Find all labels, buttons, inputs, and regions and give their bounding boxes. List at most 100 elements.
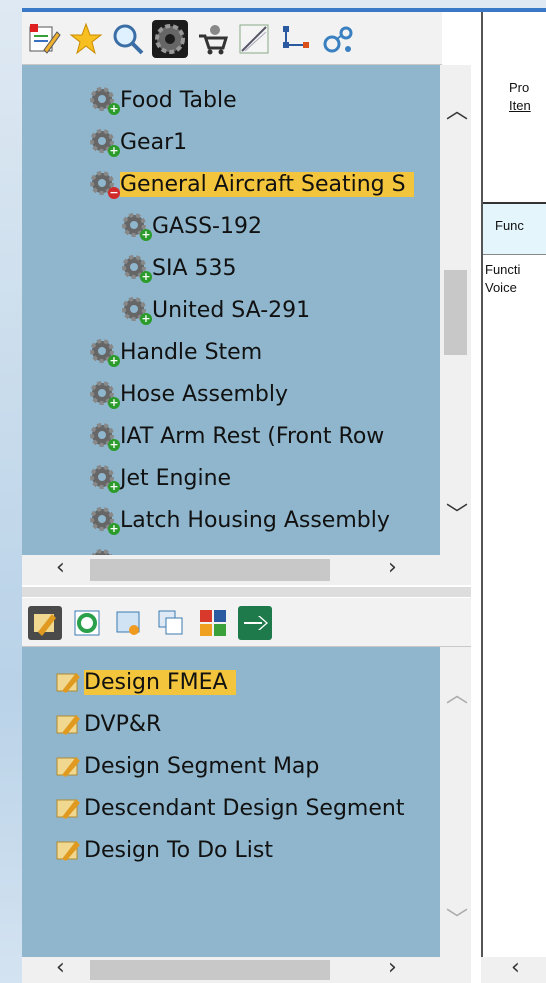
scroll-up-icon[interactable]: ︿	[446, 677, 468, 709]
tree-item-partial	[88, 543, 120, 555]
gear-icon: +	[88, 85, 120, 115]
tree-item-label: Food Table	[120, 87, 237, 113]
scroll-thumb[interactable]	[444, 270, 467, 355]
gear-icon: +	[88, 463, 120, 493]
tree-item[interactable]: + Handle Stem	[88, 333, 262, 371]
table-header: Func	[483, 202, 546, 255]
scroll-thumb[interactable]	[90, 559, 330, 581]
scroll-left-icon[interactable]: ‹	[56, 955, 65, 980]
measure-icon[interactable]	[236, 20, 272, 58]
tree-item-selected[interactable]: − General Aircraft Seating S	[88, 165, 414, 203]
molecule-icon[interactable]	[320, 20, 356, 58]
expand-icon[interactable]: +	[140, 271, 152, 283]
gear-icon: +	[88, 379, 120, 409]
list-item-label: Design To Do List	[84, 837, 273, 863]
list-item-label: Design FMEA	[84, 669, 236, 695]
expand-icon[interactable]: +	[108, 523, 120, 535]
search-icon[interactable]	[110, 20, 146, 58]
expand-icon[interactable]: +	[108, 439, 120, 451]
scroll-thumb[interactable]	[90, 960, 330, 980]
list-item-label: DVP&R	[84, 711, 162, 737]
design-doc-icon	[56, 839, 82, 861]
document-vertical-scrollbar[interactable]: ︿ ﹀	[440, 647, 471, 957]
tree-item[interactable]: + Latch Housing Assembly	[88, 501, 390, 539]
tree-item[interactable]: + United SA-291	[120, 291, 310, 329]
pane-splitter[interactable]	[22, 587, 471, 597]
gear-icon: +	[120, 295, 152, 325]
document-horizontal-scrollbar[interactable]: ‹ ›	[22, 955, 471, 983]
list-item-label: Descendant Design Segment	[84, 795, 405, 821]
gear-icon[interactable]	[152, 20, 188, 58]
matrix-icon[interactable]	[196, 606, 230, 640]
scroll-right-icon[interactable]: ›	[388, 555, 397, 580]
list-item[interactable]: Descendant Design Segment	[56, 789, 404, 827]
column-header: Func	[495, 218, 524, 233]
product-tree: + Food Table + Gear1 − General Aircraft …	[22, 65, 440, 555]
tree-item[interactable]: + Jet Engine	[88, 459, 231, 497]
detail-horizontal-scrollbar[interactable]: ‹	[481, 955, 546, 983]
collapse-icon[interactable]: −	[108, 187, 120, 199]
tree-item-label: Latch Housing Assembly	[120, 507, 390, 533]
list-item-label: Design Segment Map	[84, 753, 320, 779]
list-item[interactable]: Design To Do List	[56, 831, 273, 869]
cart-icon[interactable]	[194, 20, 230, 58]
tree-item-label: United SA-291	[152, 297, 311, 323]
expand-icon[interactable]: +	[108, 481, 120, 493]
gear-icon: +	[88, 505, 120, 535]
tree-horizontal-scrollbar[interactable]: ‹ ›	[22, 555, 471, 585]
list-item[interactable]: Design FMEA	[56, 663, 236, 701]
tree-item-label: Handle Stem	[120, 339, 263, 365]
gear-icon: +	[120, 211, 152, 241]
scroll-down-icon[interactable]: ﹀	[446, 902, 468, 934]
expand-icon[interactable]: +	[140, 313, 152, 325]
favorites-star-icon[interactable]	[68, 20, 104, 58]
table-cell: Voice	[485, 280, 517, 295]
scroll-down-icon[interactable]: ﹀	[446, 497, 468, 529]
tree-item[interactable]: + Hose Assembly	[88, 375, 288, 413]
tree-item-label: IAT Arm Rest (Front Row	[120, 423, 385, 449]
refresh-icon[interactable]	[70, 606, 104, 640]
edit-icon[interactable]	[26, 20, 62, 58]
gear-icon: +	[120, 253, 152, 283]
document-toolbar	[22, 598, 471, 647]
design-doc-icon	[56, 797, 82, 819]
tree-item[interactable]: + SIA 535	[120, 249, 237, 287]
scroll-up-icon[interactable]: ︿	[446, 93, 468, 125]
design-icon[interactable]	[28, 606, 62, 640]
gear-icon: −	[88, 169, 120, 199]
flowchart-icon[interactable]	[278, 20, 314, 58]
tree-item[interactable]: + Gear1	[88, 123, 187, 161]
design-doc-icon	[56, 713, 82, 735]
tree-item[interactable]: + GASS-192	[120, 207, 262, 245]
tree-item-label: GASS-192	[152, 213, 262, 239]
list-item[interactable]: Design Segment Map	[56, 747, 319, 785]
detail-panel: Pro Iten Func Functi Voice	[481, 12, 546, 957]
scroll-left-icon[interactable]: ‹	[56, 555, 65, 580]
design-doc-icon	[56, 755, 82, 777]
copy-icon[interactable]	[154, 606, 188, 640]
tree-vertical-scrollbar[interactable]: ︿ ﹀	[440, 65, 471, 555]
expand-icon[interactable]: +	[140, 229, 152, 241]
tree-item-label: Hose Assembly	[120, 381, 289, 407]
tree-item[interactable]: + Food Table	[88, 81, 237, 119]
scroll-right-icon[interactable]: ›	[388, 955, 397, 980]
expand-icon[interactable]: +	[108, 355, 120, 367]
list-item[interactable]: DVP&R	[56, 705, 161, 743]
scroll-left-icon[interactable]: ‹	[511, 955, 520, 980]
item-link[interactable]: Iten	[509, 98, 531, 113]
tree-item-label: Jet Engine	[120, 465, 232, 491]
panel-heading: Pro	[509, 80, 530, 95]
expand-icon[interactable]: +	[108, 397, 120, 409]
tree-item-label: SIA 535	[152, 255, 237, 281]
plane-icon[interactable]	[238, 606, 272, 640]
expand-icon[interactable]: +	[108, 145, 120, 157]
document-list: Design FMEA DVP&R Design Segment Map Des…	[22, 647, 440, 957]
tree-item-label: Gear1	[120, 129, 188, 155]
gear-icon: +	[88, 337, 120, 367]
expand-icon[interactable]: +	[108, 103, 120, 115]
certificate-icon[interactable]	[112, 606, 146, 640]
gear-icon	[88, 547, 118, 555]
tree-item[interactable]: + IAT Arm Rest (Front Row	[88, 417, 384, 455]
module-toolbar	[22, 12, 442, 65]
gear-icon: +	[88, 421, 120, 451]
